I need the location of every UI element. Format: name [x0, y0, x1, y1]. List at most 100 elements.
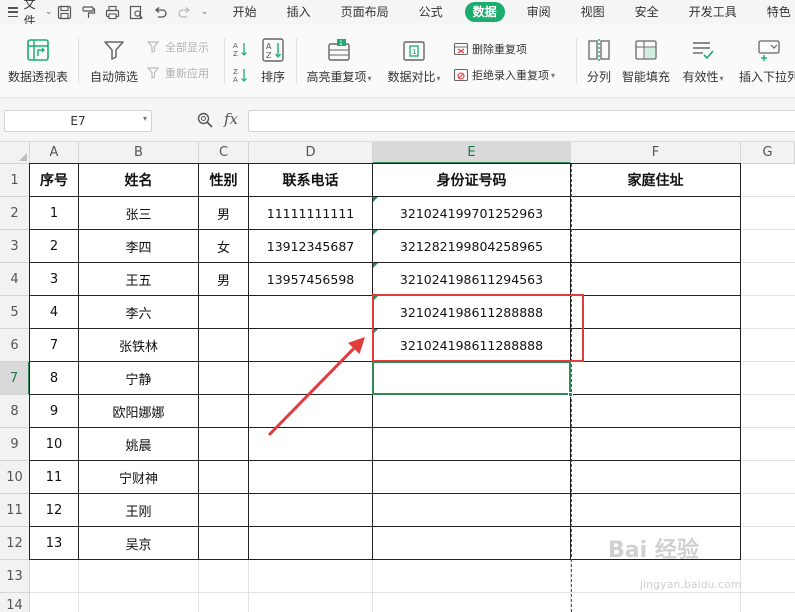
table-header-cell[interactable]: 序号: [30, 164, 78, 196]
column-header-e[interactable]: E: [373, 142, 571, 164]
print-preview-icon[interactable]: [125, 0, 149, 24]
data-compare-button[interactable]: 1 数据对比▾: [382, 24, 446, 98]
remove-duplicates-button[interactable]: 删除重复项: [453, 40, 527, 58]
reapply-button[interactable]: 重新应用: [146, 64, 209, 82]
table-cell[interactable]: 13912345687: [249, 230, 372, 262]
show-all-button[interactable]: 全部显示: [146, 38, 209, 56]
sort-descending-button[interactable]: ZA: [232, 66, 251, 84]
column-header-f[interactable]: F: [571, 142, 741, 164]
row-header-4[interactable]: 4: [0, 263, 30, 296]
table-cell[interactable]: [199, 428, 248, 460]
table-header-cell[interactable]: 姓名: [79, 164, 198, 196]
table-cell[interactable]: 男: [199, 197, 248, 229]
table-cell[interactable]: 宁静: [79, 362, 198, 394]
row-header-7[interactable]: 7: [0, 362, 30, 395]
table-cell[interactable]: 李四: [79, 230, 198, 262]
table-cell[interactable]: [249, 362, 372, 394]
table-cell[interactable]: 8: [30, 362, 78, 394]
row-header-3[interactable]: 3: [0, 230, 30, 263]
row-header-5[interactable]: 5: [0, 296, 30, 329]
tab-item[interactable]: 安全: [627, 2, 667, 22]
validity-button[interactable]: 有效性▾: [678, 24, 728, 98]
table-cell[interactable]: 女: [199, 230, 248, 262]
table-cell[interactable]: [199, 461, 248, 493]
table-cell[interactable]: [249, 461, 372, 493]
table-cell[interactable]: 321024198611294563: [373, 263, 570, 295]
print-icon[interactable]: [101, 0, 125, 24]
table-cell[interactable]: [249, 329, 372, 361]
format-painter-icon[interactable]: [77, 0, 101, 24]
fx-icon[interactable]: fx: [224, 110, 238, 128]
tab-item[interactable]: 插入: [279, 2, 319, 22]
table-cell[interactable]: [199, 329, 248, 361]
auto-filter-button[interactable]: 自动筛选: [86, 24, 142, 98]
row-header-13[interactable]: 13: [0, 560, 30, 593]
table-cell[interactable]: [249, 494, 372, 526]
tab-item[interactable]: 审阅: [519, 2, 559, 22]
table-cell[interactable]: [249, 527, 372, 559]
zoom-search-icon[interactable]: [196, 111, 214, 132]
redo-icon[interactable]: [173, 0, 197, 24]
name-box[interactable]: E7 ▾: [4, 110, 152, 132]
table-cell[interactable]: 13: [30, 527, 78, 559]
split-column-button[interactable]: 分列: [582, 24, 616, 98]
table-cell[interactable]: 11111111111: [249, 197, 372, 229]
table-cell[interactable]: 12: [30, 494, 78, 526]
tab-item[interactable]: 视图: [573, 2, 613, 22]
table-cell[interactable]: [199, 527, 248, 559]
tab-item[interactable]: 数据: [464, 2, 505, 22]
table-header-cell[interactable]: 性别: [199, 164, 248, 196]
save-icon[interactable]: [53, 0, 77, 24]
active-cell-selection[interactable]: [372, 361, 571, 395]
table-header-cell[interactable]: 身份证号码: [373, 164, 570, 196]
table-cell[interactable]: [571, 263, 740, 295]
tab-item[interactable]: 特色: [759, 2, 795, 22]
table-cell[interactable]: [571, 494, 740, 526]
table-cell[interactable]: 321024199701252963: [373, 197, 570, 229]
table-cell[interactable]: [373, 461, 570, 493]
table-cell[interactable]: 王刚: [79, 494, 198, 526]
row-header-11[interactable]: 11: [0, 494, 30, 527]
table-cell[interactable]: [199, 494, 248, 526]
table-cell[interactable]: 张铁林: [79, 329, 198, 361]
table-cell[interactable]: [373, 494, 570, 526]
undo-icon[interactable]: [149, 0, 173, 24]
insert-dropdown-list-button[interactable]: 插入下拉列: [734, 24, 795, 98]
table-cell[interactable]: 男: [199, 263, 248, 295]
pivot-table-button[interactable]: 数据透视表: [4, 24, 72, 98]
table-cell[interactable]: [571, 329, 740, 361]
formula-input[interactable]: [248, 110, 795, 132]
table-cell[interactable]: 欧阳娜娜: [79, 395, 198, 427]
table-cell[interactable]: 王五: [79, 263, 198, 295]
table-cell[interactable]: [199, 362, 248, 394]
table-cell[interactable]: 李六: [79, 296, 198, 328]
sort-ascending-button[interactable]: AZ: [232, 40, 251, 58]
table-cell[interactable]: 张三: [79, 197, 198, 229]
table-cell[interactable]: [571, 296, 740, 328]
table-cell[interactable]: 7: [30, 329, 78, 361]
table-cell[interactable]: [571, 461, 740, 493]
tab-item[interactable]: 开发工具: [681, 2, 745, 22]
row-header-1[interactable]: 1: [0, 164, 30, 197]
table-cell[interactable]: 吴京: [79, 527, 198, 559]
column-header-a[interactable]: A: [30, 142, 79, 164]
table-cell[interactable]: [373, 428, 570, 460]
table-header-cell[interactable]: 家庭住址: [571, 164, 740, 196]
table-cell[interactable]: 11: [30, 461, 78, 493]
highlight-duplicates-button[interactable]: 1 高亮重复项▾: [302, 24, 376, 98]
column-header-g[interactable]: G: [741, 142, 795, 164]
smart-fill-button[interactable]: 智能填充: [620, 24, 672, 98]
table-cell[interactable]: [571, 197, 740, 229]
file-menu[interactable]: 文件 ⌄: [0, 0, 53, 28]
row-header-9[interactable]: 9: [0, 428, 30, 461]
table-cell[interactable]: [249, 296, 372, 328]
table-cell[interactable]: 321282199804258965: [373, 230, 570, 262]
table-cell[interactable]: 9: [30, 395, 78, 427]
row-header-8[interactable]: 8: [0, 395, 30, 428]
tab-item[interactable]: 公式: [411, 2, 451, 22]
column-header-c[interactable]: C: [199, 142, 249, 164]
table-header-cell[interactable]: 联系电话: [249, 164, 372, 196]
table-cell[interactable]: 13957456598: [249, 263, 372, 295]
table-cell[interactable]: [571, 395, 740, 427]
column-header-d[interactable]: D: [249, 142, 373, 164]
